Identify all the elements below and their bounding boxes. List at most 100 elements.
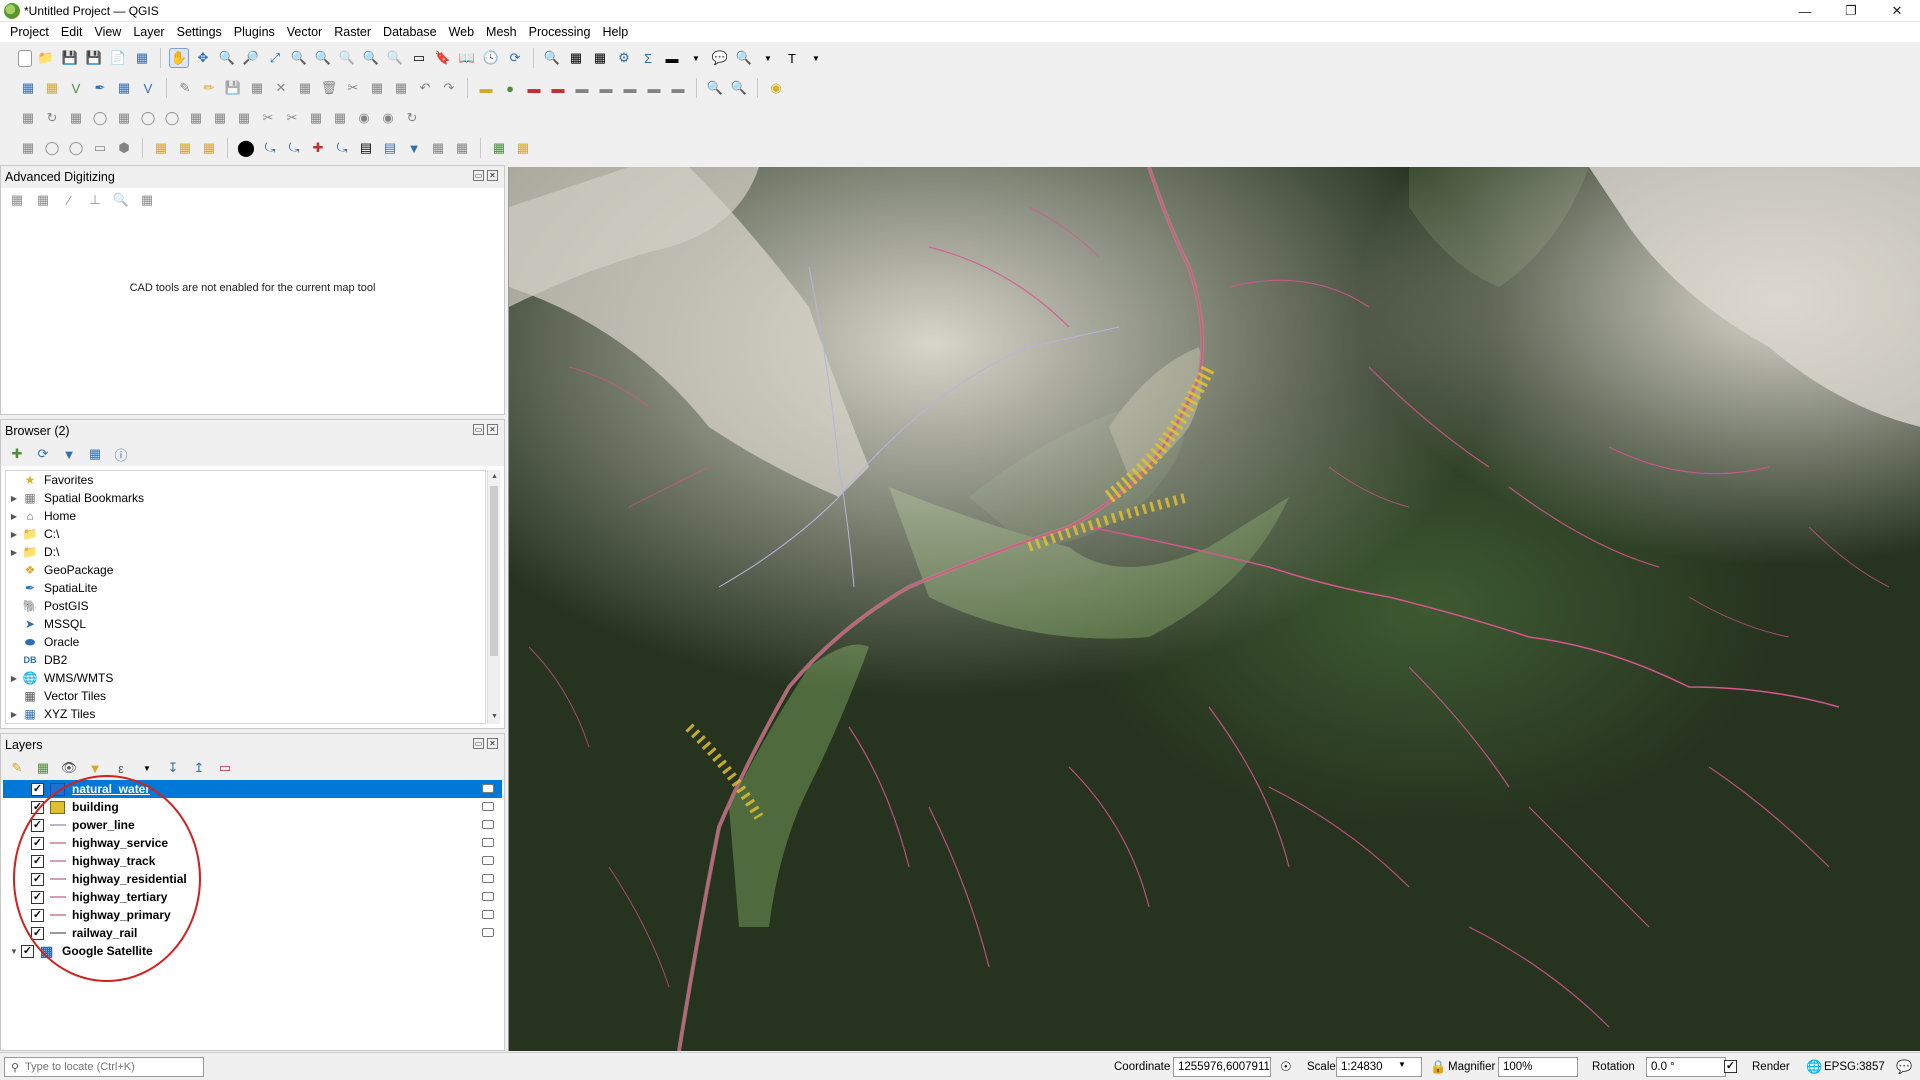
modify-attributes-icon[interactable]: ▦ [295,78,315,98]
reshape-features-icon[interactable]: ▦ [210,108,230,128]
zoom-in-icon[interactable]: 🔍 [217,48,237,68]
close-button[interactable]: ✕ [1874,0,1920,22]
data-source-manager-icon[interactable]: ▦ [18,78,38,98]
toggle-editing-icon[interactable]: ✏ [199,78,219,98]
plugin-icon[interactable]: ▦ [513,138,533,158]
change-label-icon[interactable]: ▬ [644,78,664,98]
collapse-all-icon[interactable]: ▦ [85,444,105,464]
minimize-button[interactable]: — [1782,0,1828,22]
layer-style-icon[interactable] [482,892,494,901]
rotate-feature-icon[interactable]: ↻ [42,108,62,128]
zoom-next-icon[interactable]: 🔍 [385,48,405,68]
text-annotation-icon[interactable]: 🔍 [734,48,754,68]
menu-vector[interactable]: Vector [281,25,328,39]
identify-features-icon[interactable]: 🔍 [542,48,562,68]
new-map-view-icon[interactable]: ▭ [409,48,429,68]
open-project-icon[interactable]: 📁 [36,48,56,68]
expand-all-icon[interactable]: ↧ [163,758,183,778]
digitize-shape-icon[interactable]: ▦ [18,138,38,158]
regular-polygon-icon[interactable]: ⬢ [114,138,134,158]
label-properties-icon[interactable]: ▬ [668,78,688,98]
render-checkbox[interactable]: ✓ [1724,1060,1737,1073]
delete-ring-icon[interactable]: ◯ [162,108,182,128]
menu-processing[interactable]: Processing [523,25,597,39]
split-parts-icon[interactable]: ✂ [282,108,302,128]
layer-style-icon[interactable] [482,784,494,793]
pin-labels-icon[interactable]: ▬ [548,78,568,98]
add-feature-icon[interactable]: ▦ [247,78,267,98]
layer-style-icon[interactable] [482,820,494,829]
snapping-scale-icon[interactable]: ▼ [404,138,424,158]
curve-tracing-icon[interactable]: ⤿ [284,138,304,158]
messages-icon[interactable]: 💬 [1896,1059,1912,1075]
close-panel-icon[interactable]: ✕ [487,738,498,749]
snap-grid-icon[interactable]: 🔍 [111,190,131,210]
show-bookmarks-icon[interactable]: 📖 [457,48,477,68]
zoom-to-selection-icon[interactable]: 🔍 [289,48,309,68]
filter-icon[interactable]: ▼ [59,444,79,464]
menu-raster[interactable]: Raster [328,25,377,39]
new-spatialite-layer-icon[interactable]: ✒ [90,78,110,98]
map-tips-icon[interactable]: 💬 [710,48,730,68]
vertex-tool-icon[interactable]: ✕ [271,78,291,98]
zoom-out-icon[interactable]: 🔎 [241,48,261,68]
add-part-icon[interactable]: ▦ [114,108,134,128]
delete-selected-icon[interactable]: 🗑 [319,78,339,98]
highlight-pinned-labels-icon[interactable]: ▬ [524,78,544,98]
trim-extend-icon[interactable]: ↻ [402,108,422,128]
close-panel-icon[interactable]: ✕ [487,424,498,435]
attribute-table-icon[interactable]: ▦ [566,48,586,68]
construction-mode-icon[interactable]: ▦ [33,190,53,210]
tracing-icon[interactable]: ⤿ [260,138,280,158]
offset-point-symbols-icon[interactable]: ◉ [378,108,398,128]
rotate-label-icon[interactable]: ▬ [620,78,640,98]
python-console-icon[interactable]: ◉ [766,78,786,98]
topological-editing-icon[interactable]: ▤ [356,138,376,158]
select-features-icon[interactable]: ▦ [151,138,171,158]
menu-view[interactable]: View [88,25,127,39]
remove-layer-icon[interactable]: ▭ [215,758,235,778]
collapse-arrow-icon[interactable]: ▼ [7,947,21,956]
zoom-to-layer-icon[interactable]: 🔍 [313,48,333,68]
georeferencer-icon[interactable]: ▦ [489,138,509,158]
crs-button[interactable]: EPSG:3857 [1824,1061,1885,1073]
new-geopackage-layer-icon[interactable]: ▦ [42,78,62,98]
properties-icon[interactable]: ⓘ [111,444,131,464]
label-dropdown-icon[interactable]: ▼ [806,48,826,68]
map-canvas[interactable] [508,167,1920,1051]
browser-scrollbar[interactable]: ▲ ▼ [487,470,500,724]
menu-edit[interactable]: Edit [55,25,89,39]
menu-project[interactable]: Project [4,25,55,39]
style-manager-icon[interactable]: ▦ [132,48,152,68]
browser-item-geopackage[interactable]: ❖ GeoPackage [6,561,485,579]
browser-item-d-drive[interactable]: ▶ 📁 D:\ [6,543,485,561]
move-feature-icon[interactable]: ▦ [18,108,38,128]
layer-style-icon[interactable] [482,910,494,919]
split-features-icon[interactable]: ✂ [258,108,278,128]
filter-dropdown-icon[interactable]: ▼ [137,758,157,778]
self-snapping-icon[interactable]: ▦ [428,138,448,158]
select-by-value-icon[interactable]: ▦ [175,138,195,158]
magnifier-field[interactable]: 100% [1498,1057,1578,1077]
scale-field[interactable]: 1:24830 [1336,1057,1422,1077]
current-edits-icon[interactable]: ✎ [175,78,195,98]
fill-ring-icon[interactable]: ◯ [138,108,158,128]
pan-map-icon[interactable]: ✋ [169,48,189,68]
manage-map-themes-icon[interactable]: 👁 [59,758,79,778]
locator-search-input[interactable]: ⚲ Type to locate (Ctrl+K) [4,1057,204,1077]
scale-dropdown-icon[interactable]: ▼ [1398,1060,1406,1069]
refresh-icon[interactable]: ⟳ [33,444,53,464]
floater-icon[interactable]: ▦ [137,190,157,210]
copy-features-icon[interactable]: ▦ [367,78,387,98]
parallel-icon[interactable]: ∕ [59,190,79,210]
browser-item-home[interactable]: ▶ ⌂ Home [6,507,485,525]
snap-vertex-icon[interactable]: ✚ [308,138,328,158]
simplify-feature-icon[interactable]: ▦ [66,108,86,128]
layer-style-icon[interactable] [482,928,494,937]
browser-item-c-drive[interactable]: ▶ 📁 C:\ [6,525,485,543]
menu-settings[interactable]: Settings [171,25,228,39]
save-layer-edits-icon[interactable]: 💾 [223,78,243,98]
browser-item-wms-wmts[interactable]: ▶ 🌐 WMS/WMTS [6,669,485,687]
new-shapefile-layer-icon[interactable]: V [66,78,86,98]
browser-item-xyz-tiles[interactable]: ▶ ▦ XYZ Tiles [6,705,485,723]
